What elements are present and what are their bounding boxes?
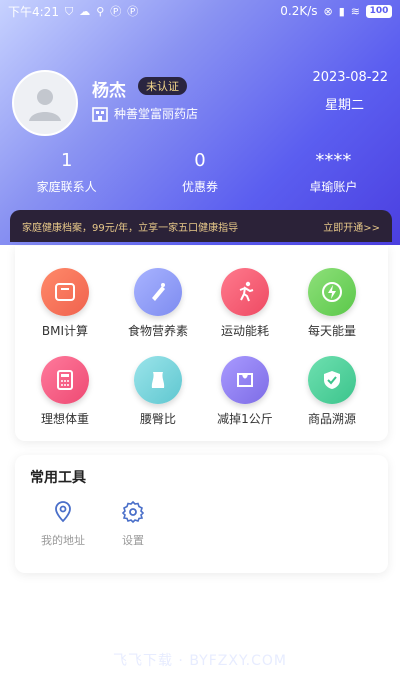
my-address-label: 我的地址 (41, 534, 85, 547)
slim-icon (221, 356, 269, 404)
tool-label: 减掉1公斤 (217, 412, 273, 426)
health-tools-card: BMI计算 食物营养素 运动能耗 每天能量 理想体重 腰臀比 减掉1公斤 商品溯… (15, 246, 388, 441)
running-icon (221, 268, 269, 316)
wifi-icon: ≋ (350, 4, 360, 18)
scale-icon (41, 268, 89, 316)
signal-icon: ▮ (338, 4, 345, 18)
status-bar: 下午4:21 ⛉ ☁ ⚲ Ⓟ Ⓟ 0.2K/s ⊗ ▮ ≋ 100 (0, 0, 400, 22)
verify-badge[interactable]: 未认证 (138, 77, 187, 95)
stats-row: 1 家庭联系人 0 优惠券 **** 卓瑜账户 (0, 150, 400, 195)
stat-value: 1 (60, 150, 73, 171)
network-speed: 0.2K/s (280, 4, 318, 18)
tool-label: 腰臀比 (139, 412, 176, 426)
stat-coupons[interactable]: 0 优惠券 (133, 150, 266, 195)
tool-label: 理想体重 (40, 412, 89, 426)
bike-status-icon: ⚲ (96, 4, 105, 18)
cloud-status-icon: ☁ (79, 4, 91, 18)
stat-family-contacts[interactable]: 1 家庭联系人 (0, 150, 133, 195)
tool-label: 每天能量 (307, 324, 356, 338)
promo-text: 家庭健康档案，99元/年，立享一家五口健康指导 (22, 222, 239, 234)
stat-label: 优惠券 (181, 180, 218, 194)
gear-icon (121, 500, 145, 524)
p-app-status-icon: Ⓟ (110, 4, 122, 18)
common-tools-card: 常用工具 我的地址 设置 (15, 455, 388, 573)
tool-label: 商品溯源 (307, 412, 356, 426)
tool-daily-energy[interactable]: 每天能量 (287, 268, 377, 339)
waist-icon (134, 356, 182, 404)
stat-label: 家庭联系人 (36, 180, 97, 194)
stat-account[interactable]: **** 卓瑜账户 (267, 150, 400, 195)
tool-lose-1kg[interactable]: 减掉1公斤 (200, 356, 290, 427)
store-name: 种善堂富丽药店 (114, 107, 199, 121)
current-weekday: 星期二 (324, 98, 364, 113)
location-icon (55, 501, 71, 523)
energy-icon (308, 268, 356, 316)
common-tools-title: 常用工具 (30, 470, 86, 486)
promo-action-link[interactable]: 立即开通>> (323, 219, 380, 234)
my-address-item[interactable]: 我的地址 (33, 500, 93, 548)
settings-item[interactable]: 设置 (103, 500, 163, 548)
stat-label: 卓瑜账户 (309, 180, 358, 194)
food-icon (134, 268, 182, 316)
current-date: 2023-08-22 (312, 70, 388, 85)
store-icon (92, 106, 108, 122)
store-info[interactable]: 种善堂富丽药店 (92, 105, 198, 122)
shield-status-icon: ⛉ (64, 4, 74, 18)
shield-check-icon (308, 356, 356, 404)
tool-label: BMI计算 (41, 324, 89, 338)
tool-label: 食物营养素 (127, 324, 188, 338)
stat-value: 0 (194, 150, 206, 171)
tool-waist-hip[interactable]: 腰臀比 (113, 356, 203, 427)
status-time: 下午4:21 (8, 4, 59, 19)
tool-bmi[interactable]: BMI计算 (20, 268, 110, 339)
tool-product-trace[interactable]: 商品溯源 (287, 356, 377, 427)
tool-exercise-energy[interactable]: 运动能耗 (200, 268, 290, 339)
mute-icon: ⊗ (323, 4, 333, 18)
tool-label: 运动能耗 (220, 324, 269, 338)
battery-icon: 100 (366, 4, 392, 18)
watermark: 飞飞下载 · BYFZXY.COM (112, 653, 287, 669)
tool-food-nutrition[interactable]: 食物营养素 (113, 268, 203, 339)
settings-label: 设置 (122, 534, 144, 547)
tool-ideal-weight[interactable]: 理想体重 (20, 356, 110, 427)
calculator-icon (41, 356, 89, 404)
stat-value: **** (315, 150, 352, 171)
p-app-status-icon-2: Ⓟ (127, 4, 139, 18)
user-name: 杨杰 (92, 81, 126, 101)
avatar[interactable] (12, 70, 78, 136)
person-icon (29, 89, 61, 121)
promo-banner[interactable]: 家庭健康档案，99元/年，立享一家五口健康指导 立即开通>> (10, 210, 392, 242)
